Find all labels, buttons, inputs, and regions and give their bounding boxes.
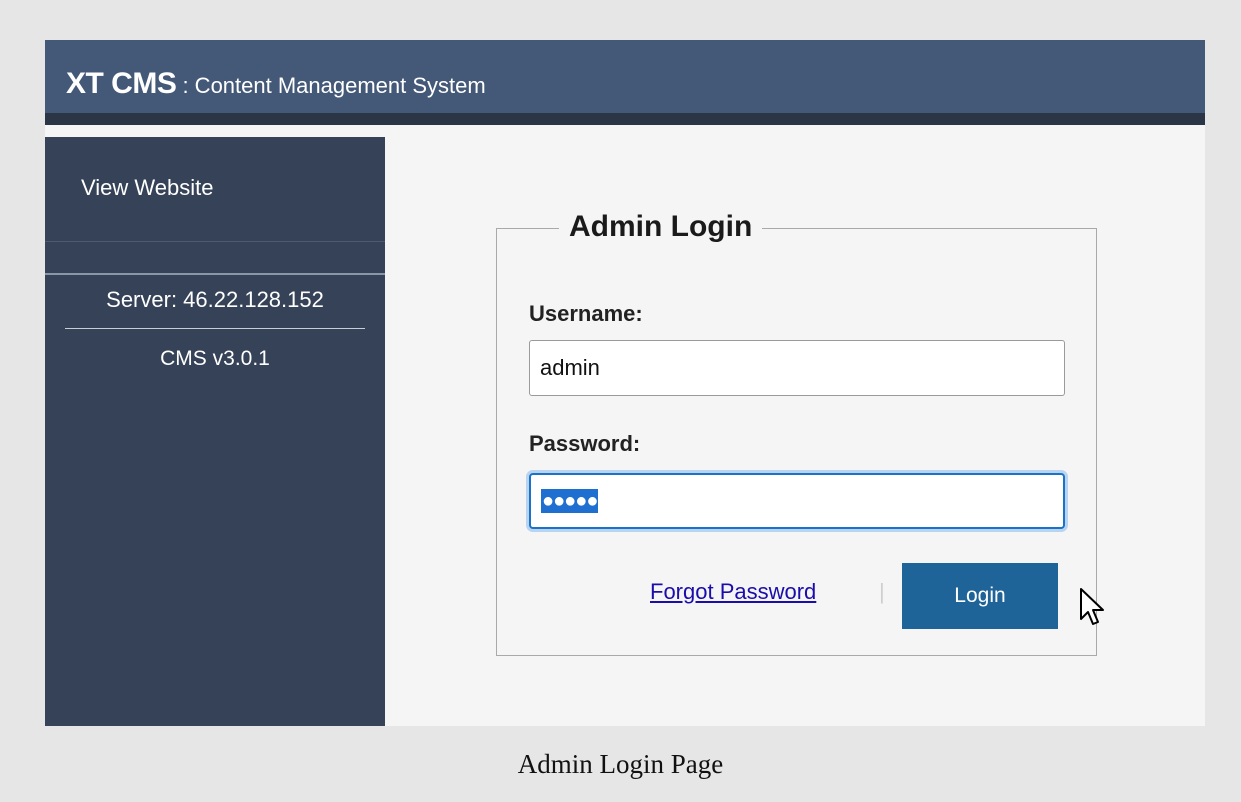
username-input[interactable] [529, 340, 1065, 396]
sidebar-divider [45, 241, 385, 242]
login-button[interactable]: Login [902, 563, 1058, 629]
password-input[interactable]: ●●●●● [529, 473, 1065, 529]
sidebar: View Website Server: 46.22.128.152 CMS v… [45, 137, 385, 726]
link-separator: | [879, 579, 885, 604]
arrow-cursor-icon [1080, 588, 1104, 625]
header-title: XT CMS : Content Management System [66, 66, 486, 107]
forgot-password-link[interactable]: Forgot Password [650, 579, 816, 605]
password-mask: ●●●●● [541, 489, 598, 513]
server-info: Server: 46.22.128.152 [106, 287, 324, 312]
admin-login-fieldset: Admin Login Username: Password: ●●●●● Fo… [496, 205, 1097, 656]
sidebar-divider [45, 273, 385, 275]
view-website-link[interactable]: View Website [81, 175, 213, 201]
brand-name: XT CMS [66, 67, 177, 100]
username-label: Username: [529, 301, 643, 326]
figure-caption: Admin Login Page [517, 749, 724, 779]
sidebar-divider [65, 328, 365, 329]
brand-subtitle: : Content Management System [176, 73, 486, 98]
cms-window: XT CMS : Content Management System View … [45, 40, 1205, 726]
app-header: XT CMS : Content Management System [45, 40, 1205, 125]
login-heading: Admin Login [559, 205, 763, 249]
cms-version: CMS v3.0.1 [160, 347, 270, 370]
password-label: Password: [529, 431, 641, 456]
